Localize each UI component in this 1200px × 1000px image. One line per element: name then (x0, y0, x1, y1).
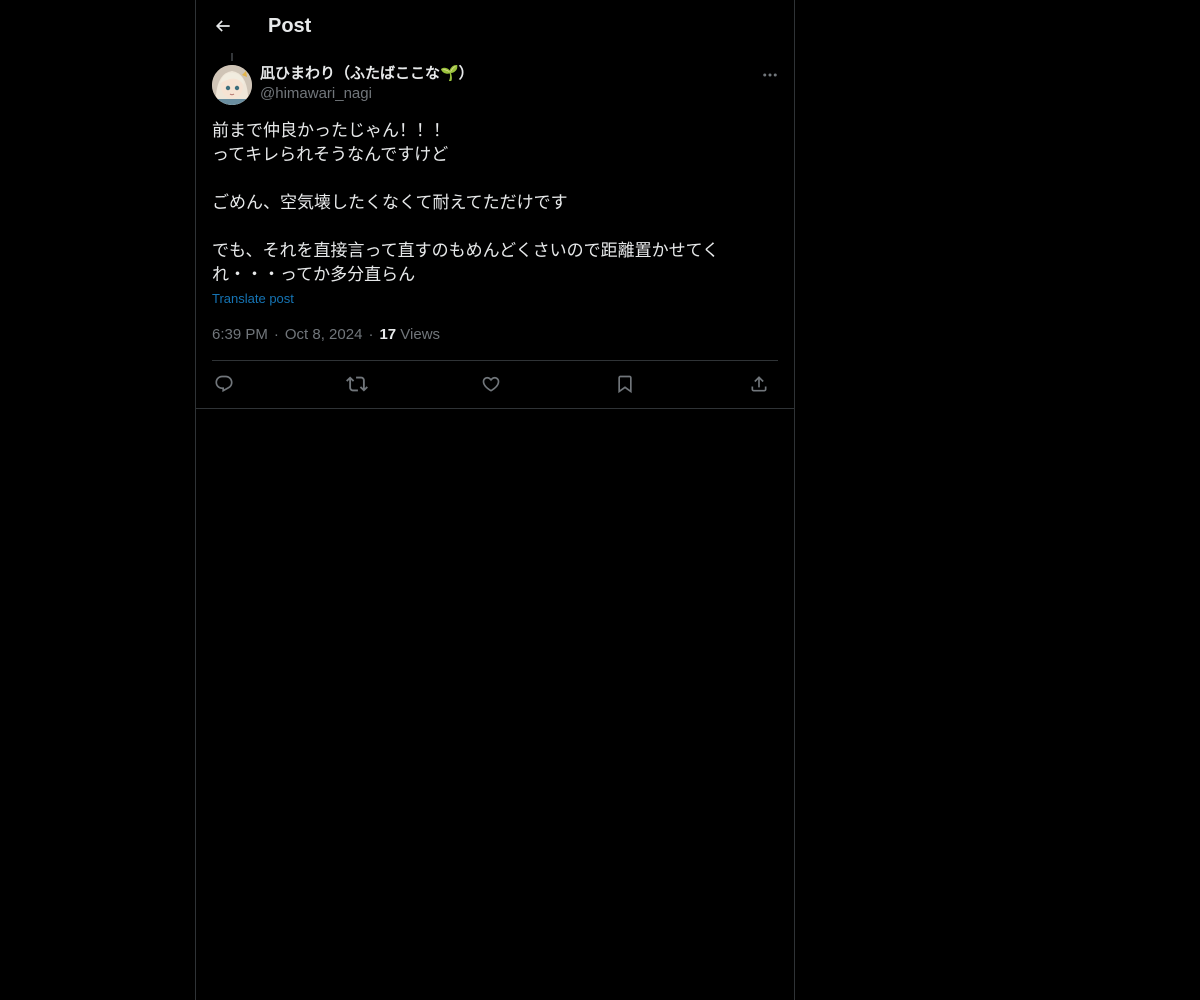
main-column: Post 凪ひまわり（ふたばここな🌱） @himawari_nagi 前まで仲良… (195, 0, 795, 1000)
repost-button[interactable] (345, 372, 369, 396)
separator-dot: · (368, 326, 374, 343)
like-button[interactable] (479, 372, 503, 396)
thread-connector-line (231, 53, 233, 61)
author-display-name[interactable]: 凪ひまわり（ふたばここな🌱） (260, 64, 474, 84)
views-count: 17 (379, 326, 397, 343)
more-options-button[interactable] (758, 64, 782, 86)
separator-dot: · (273, 326, 279, 343)
author-info: 凪ひまわり（ふたばここな🌱） @himawari_nagi (260, 64, 474, 104)
page-title: Post (268, 15, 312, 37)
views-label: Views (400, 326, 441, 343)
post-text: 前まで仲良かったじゃん！！！ ってキレられそうなんですけど ごめん、空気壊したく… (212, 121, 720, 285)
post-date[interactable]: Oct 8, 2024 (285, 326, 363, 343)
share-icon (749, 374, 769, 394)
author-handle[interactable]: @himawari_nagi (260, 84, 474, 104)
page-header: Post (196, 0, 794, 53)
post-meta: 6:39 PM · Oct 8, 2024 · 17 Views (212, 325, 440, 345)
back-button[interactable] (208, 11, 238, 41)
post-bottom-border (196, 408, 794, 409)
bookmark-icon (615, 374, 635, 394)
avatar[interactable] (212, 65, 252, 105)
reply-button[interactable] (212, 372, 236, 396)
share-button[interactable] (747, 372, 771, 396)
heart-icon (481, 374, 501, 394)
arrow-left-icon (213, 16, 233, 36)
post-time[interactable]: 6:39 PM (212, 326, 268, 343)
more-horizontal-icon (761, 66, 779, 84)
translate-post-link[interactable]: Translate post (212, 290, 294, 308)
repost-icon (346, 373, 368, 395)
action-bar (212, 361, 778, 408)
bookmark-button[interactable] (613, 372, 637, 396)
reply-icon (214, 374, 234, 394)
